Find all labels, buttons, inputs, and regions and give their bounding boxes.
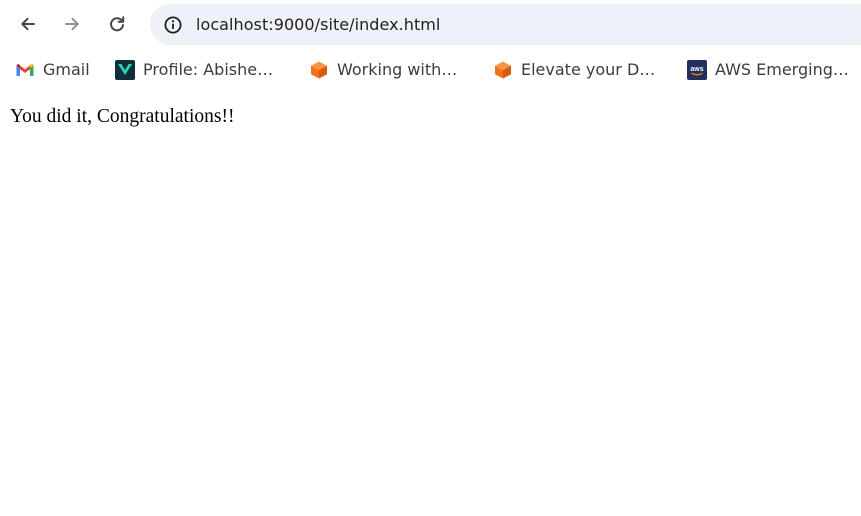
congratulations-text: You did it, Congratulations!!	[10, 106, 235, 127]
bookmark-profile[interactable]: Profile: Abishe…	[115, 56, 273, 84]
aws-icon: aws	[687, 60, 707, 80]
arrow-right-icon	[65, 17, 79, 31]
reload-button[interactable]	[101, 8, 133, 40]
bookmark-label: Working with…	[337, 60, 458, 79]
info-icon	[164, 16, 181, 33]
bookmark-gmail[interactable]: Gmail	[15, 56, 90, 84]
bookmark-label: Profile: Abishe…	[143, 60, 274, 79]
bookmark-label: Elevate your D…	[521, 60, 656, 79]
site-info-button[interactable]	[156, 8, 189, 41]
bookmark-label: AWS Emerging…	[715, 60, 849, 79]
bookmarks-bar: Gmail Profile: Abishe… Working with… Ele…	[0, 52, 861, 88]
page-content: You did it, Congratulations!!	[0, 92, 861, 516]
cube-icon	[493, 60, 513, 80]
arrow-left-icon	[21, 17, 35, 31]
cube-icon	[309, 60, 329, 80]
gmail-icon	[15, 60, 35, 80]
bookmark-elevate[interactable]: Elevate your D…	[493, 56, 655, 84]
bookmark-aws-emerging[interactable]: aws AWS Emerging…	[687, 56, 849, 84]
back-button[interactable]	[12, 8, 44, 40]
bookmark-label: Gmail	[43, 60, 90, 79]
svg-text:aws: aws	[690, 66, 703, 73]
browser-toolbar: localhost:9000/site/index.html	[0, 0, 861, 48]
forward-button[interactable]	[56, 8, 88, 40]
url-text[interactable]: localhost:9000/site/index.html	[196, 15, 440, 35]
address-bar[interactable]: localhost:9000/site/index.html	[150, 4, 861, 45]
reload-icon	[110, 16, 125, 32]
profile-site-icon	[115, 60, 135, 80]
bookmark-working-with[interactable]: Working with…	[309, 56, 457, 84]
